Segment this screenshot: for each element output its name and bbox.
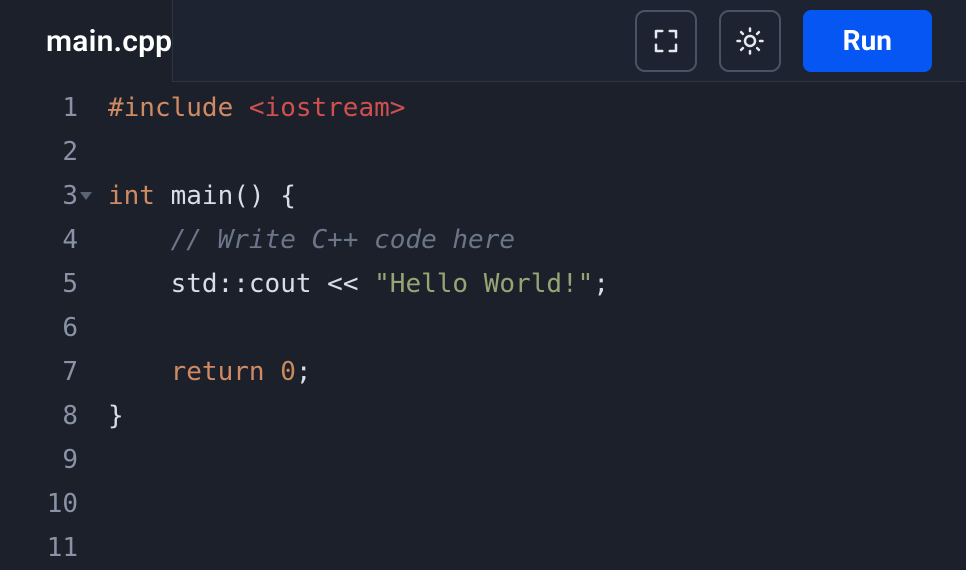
code-token: <iostream> <box>249 93 406 123</box>
code-token: return <box>171 357 265 387</box>
fullscreen-button[interactable] <box>635 10 697 72</box>
code-editor[interactable]: 1234567891011 #include <iostream> int mai… <box>0 82 966 570</box>
code-editor-app: main.cpp Run 1234567891011 #include <ios… <box>0 0 966 570</box>
fold-chevron-icon[interactable] <box>80 192 92 200</box>
code-token: // Write C++ code here <box>171 225 515 255</box>
line-number: 8 <box>0 394 78 438</box>
code-token <box>155 181 171 211</box>
line-number: 6 <box>0 306 78 350</box>
code-token: :: <box>218 269 249 299</box>
line-number: 9 <box>0 438 78 482</box>
code-token <box>233 93 249 123</box>
code-line[interactable] <box>108 526 966 570</box>
run-button[interactable]: Run <box>803 10 932 72</box>
code-token <box>265 357 281 387</box>
toolbar: Run <box>172 0 966 82</box>
line-number: 1 <box>0 86 78 130</box>
code-token: std <box>171 269 218 299</box>
code-token: #include <box>108 93 233 123</box>
code-token: "Hello World!" <box>374 269 593 299</box>
line-number: 7 <box>0 350 78 394</box>
code-line[interactable]: #include <iostream> <box>108 86 966 130</box>
code-token <box>108 357 171 387</box>
line-number: 2 <box>0 130 78 174</box>
code-line[interactable]: } <box>108 394 966 438</box>
code-token: << <box>312 269 375 299</box>
code-line[interactable]: std::cout << "Hello World!"; <box>108 262 966 306</box>
code-token: int <box>108 181 155 211</box>
sun-icon <box>735 26 765 56</box>
code-token: () { <box>233 181 296 211</box>
file-tab-title: main.cpp <box>46 24 172 59</box>
code-token: ; <box>593 269 609 299</box>
code-token <box>108 269 171 299</box>
code-line[interactable] <box>108 438 966 482</box>
code-area[interactable]: #include <iostream> int main() { // Write… <box>90 86 966 570</box>
code-token: main <box>171 181 234 211</box>
line-number: 10 <box>0 482 78 526</box>
code-line[interactable]: int main() { <box>108 174 966 218</box>
line-number: 11 <box>0 526 78 570</box>
theme-toggle-button[interactable] <box>719 10 781 72</box>
code-line[interactable]: return 0; <box>108 350 966 394</box>
line-number: 4 <box>0 218 78 262</box>
code-line[interactable] <box>108 130 966 174</box>
code-line[interactable]: // Write C++ code here <box>108 218 966 262</box>
fullscreen-icon <box>651 26 681 56</box>
topbar: main.cpp Run <box>0 0 966 82</box>
code-line[interactable] <box>108 482 966 526</box>
line-number-gutter: 1234567891011 <box>0 86 90 570</box>
code-token: cout <box>249 269 312 299</box>
code-token: 0 <box>280 357 296 387</box>
code-token <box>108 225 171 255</box>
code-token: } <box>108 401 124 431</box>
line-number: 5 <box>0 262 78 306</box>
file-tab[interactable]: main.cpp <box>0 0 172 82</box>
code-token: ; <box>296 357 312 387</box>
code-line[interactable] <box>108 306 966 350</box>
line-number: 3 <box>0 174 78 218</box>
